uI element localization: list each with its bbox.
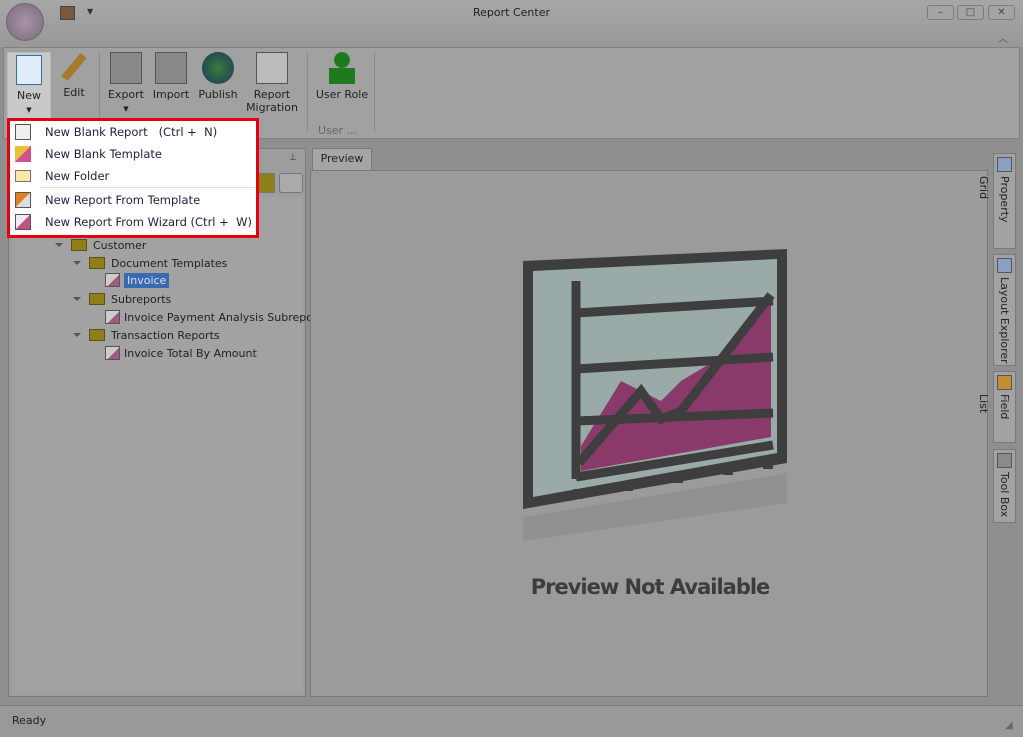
tree-node-label: Invoice Payment Analysis Subreport <box>124 310 322 324</box>
user-role-label: User Role <box>315 88 369 101</box>
tree-node-transaction-reports[interactable]: Transaction Reports <box>73 326 220 344</box>
tree-node-invoice-total-by-amount[interactable]: Invoice Total By Amount <box>105 344 257 362</box>
divider <box>374 52 375 132</box>
folder-icon <box>71 239 87 251</box>
resize-grip-icon[interactable]: ◢ <box>1005 720 1013 731</box>
tree-node-subreports[interactable]: Subreports <box>73 290 171 308</box>
expand-arrow-icon[interactable] <box>55 243 63 247</box>
publish-label: Publish <box>198 88 238 101</box>
tree-node-label: Transaction Reports <box>111 328 220 342</box>
tab-preview[interactable]: Preview <box>312 148 372 170</box>
menu-item-label: New Report From Template <box>45 193 201 207</box>
edit-button[interactable]: Edit <box>54 52 94 118</box>
field-list-icon <box>997 375 1012 390</box>
preview-panel: Preview Not Available <box>310 170 988 697</box>
new-template-icon <box>15 146 31 162</box>
export-label: Export <box>107 88 144 101</box>
pin-icon[interactable]: ⊥ <box>289 153 297 163</box>
globe-icon <box>202 52 234 84</box>
preview-unavailable-chart-icon <box>523 249 787 541</box>
tree-node-label: Invoice <box>124 272 170 288</box>
side-tab-property-grid[interactable]: Property Grid <box>977 153 1016 249</box>
chevron-down-icon: ▼ <box>26 106 32 114</box>
tree-node-label: Subreports <box>111 292 172 306</box>
expand-arrow-icon[interactable] <box>73 333 81 337</box>
tree-node-invoice[interactable]: Invoice <box>105 271 170 289</box>
side-tab-tool-box[interactable]: Tool Box <box>993 449 1016 523</box>
close-button[interactable]: ✕ <box>988 5 1015 20</box>
import-button[interactable]: Import <box>151 52 191 118</box>
side-tab-layout-explorer[interactable]: Layout Explorer <box>993 254 1016 366</box>
tree-node-customer[interactable]: Customer <box>55 236 146 254</box>
wizard-icon <box>15 214 31 230</box>
menu-item-label: New Blank Template <box>45 147 162 161</box>
menu-item-label: New Report From Wizard (Ctrl + W) <box>45 215 252 229</box>
divider <box>307 52 308 132</box>
menu-item-label: New Folder <box>45 169 110 183</box>
menu-item-new-report-from-template[interactable]: New Report From Template <box>10 189 256 211</box>
export-icon <box>110 52 142 84</box>
side-tab-field-list[interactable]: Field List <box>977 371 1016 443</box>
expand-arrow-icon[interactable] <box>73 297 81 301</box>
menu-item-new-report-from-wizard[interactable]: New Report From Wizard (Ctrl + W) <box>10 211 256 233</box>
chevron-down-icon: ▼ <box>123 105 129 113</box>
report-from-template-icon <box>15 192 31 208</box>
report-migration-button[interactable]: Report Migration <box>244 52 300 118</box>
title-bar: ▼ Report Center – □ ✕ ︿ <box>0 0 1023 47</box>
tree-node-label: Customer <box>93 238 147 252</box>
menu-item-label: New Blank Report (Ctrl + N) <box>45 125 218 139</box>
folder-icon <box>89 257 105 269</box>
menu-item-new-folder[interactable]: New Folder <box>10 165 256 187</box>
side-tab-label: Tool Box <box>998 472 1011 518</box>
group-label-user: User ... <box>318 124 358 137</box>
maximize-button[interactable]: □ <box>957 5 984 20</box>
user-role-button[interactable]: User Role <box>312 52 372 118</box>
pencil-icon <box>61 52 87 82</box>
edit-label: Edit <box>63 86 85 99</box>
migration-chart-icon <box>256 52 288 84</box>
menu-item-new-blank-template[interactable]: New Blank Template <box>10 143 256 165</box>
new-folder-icon <box>15 170 31 182</box>
new-label: New <box>17 89 41 102</box>
tool-box-icon <box>997 453 1012 468</box>
import-label: Import <box>152 88 190 101</box>
report-icon <box>105 310 120 324</box>
new-document-icon <box>16 55 42 85</box>
folder-icon <box>89 329 105 341</box>
export-button[interactable]: Export ▼ <box>104 52 148 118</box>
layout-explorer-icon <box>997 258 1012 273</box>
new-report-icon <box>15 124 31 140</box>
refresh-toolbar-button[interactable] <box>279 173 303 193</box>
preview-not-available-text: Preview Not Available <box>530 575 771 599</box>
publish-button[interactable]: Publish <box>196 52 240 118</box>
status-bar: Ready ◢ <box>0 705 1023 737</box>
tree-node-document-templates[interactable]: Document Templates <box>73 254 227 272</box>
new-button[interactable]: New ▼ <box>7 52 51 122</box>
tree-node-label: Document Templates <box>111 256 228 270</box>
status-text: Ready <box>12 714 47 727</box>
new-dropdown-menu: New Blank Report (Ctrl + N) New Blank Te… <box>7 118 259 238</box>
menu-item-new-blank-report[interactable]: New Blank Report (Ctrl + N) <box>10 121 256 143</box>
user-icon <box>329 52 355 84</box>
folder-icon <box>89 293 105 305</box>
minimize-button[interactable]: – <box>927 5 954 20</box>
report-icon <box>105 346 120 360</box>
report-tree: Customer Document Templates Invoice Subr… <box>13 197 322 693</box>
import-icon <box>155 52 187 84</box>
tree-node-label: Invoice Total By Amount <box>124 346 257 360</box>
side-tab-label: Layout Explorer <box>998 277 1011 364</box>
window-title: Report Center <box>473 6 550 19</box>
report-icon <box>105 273 120 287</box>
tree-node-invoice-payment-analysis-subreport[interactable]: Invoice Payment Analysis Subreport <box>105 308 322 326</box>
expand-arrow-icon[interactable] <box>73 261 81 265</box>
property-grid-icon <box>997 157 1012 172</box>
report-migration-label: Report Migration <box>246 88 298 114</box>
collapse-ribbon-icon[interactable]: ︿ <box>998 30 1008 45</box>
